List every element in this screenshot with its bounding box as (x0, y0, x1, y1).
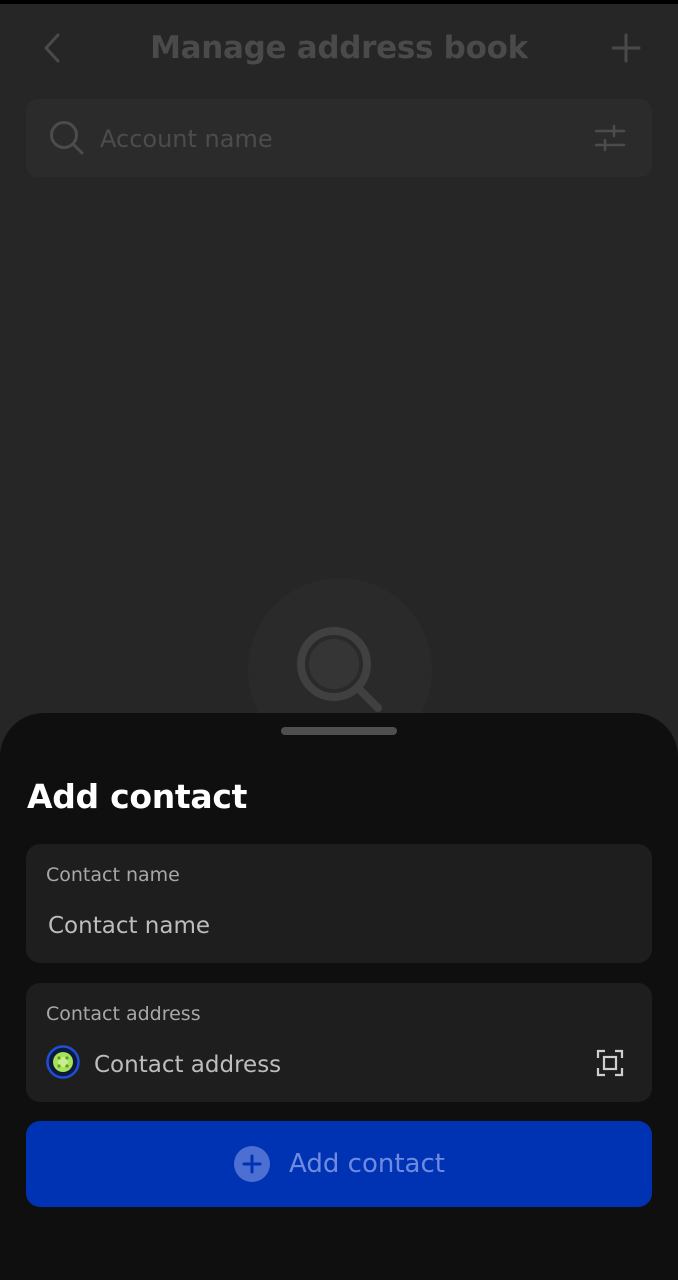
screen: Manage address book Add contact (0, 0, 678, 1280)
add-contact-sheet: Add contact Contact name Contact address (0, 713, 678, 1280)
contact-name-field[interactable]: Contact name (26, 844, 652, 963)
sheet-drag-handle[interactable] (281, 727, 397, 735)
search-bar[interactable] (26, 99, 652, 177)
header: Manage address book (0, 4, 678, 94)
search-input[interactable] (98, 121, 572, 157)
sheet-title: Add contact (27, 777, 248, 816)
contact-address-field[interactable]: Contact address (26, 983, 652, 1102)
contact-address-label: Contact address (46, 1003, 201, 1025)
add-contact-button-label: Add contact (289, 1149, 445, 1179)
contact-name-input[interactable] (46, 910, 630, 942)
add-button[interactable] (604, 26, 648, 70)
add-contact-button[interactable]: Add contact (26, 1121, 652, 1207)
page-title: Manage address book (150, 30, 528, 66)
scan-qr-icon[interactable] (596, 1049, 624, 1077)
empty-state-search-icon (297, 627, 382, 712)
contact-name-label: Contact name (46, 864, 180, 886)
network-logo-icon[interactable] (46, 1045, 80, 1079)
sliders-icon[interactable] (594, 123, 626, 153)
plus-icon (611, 33, 641, 63)
contact-address-input[interactable] (92, 1049, 576, 1081)
search-icon (50, 121, 84, 155)
plus-circle-icon (234, 1146, 271, 1182)
